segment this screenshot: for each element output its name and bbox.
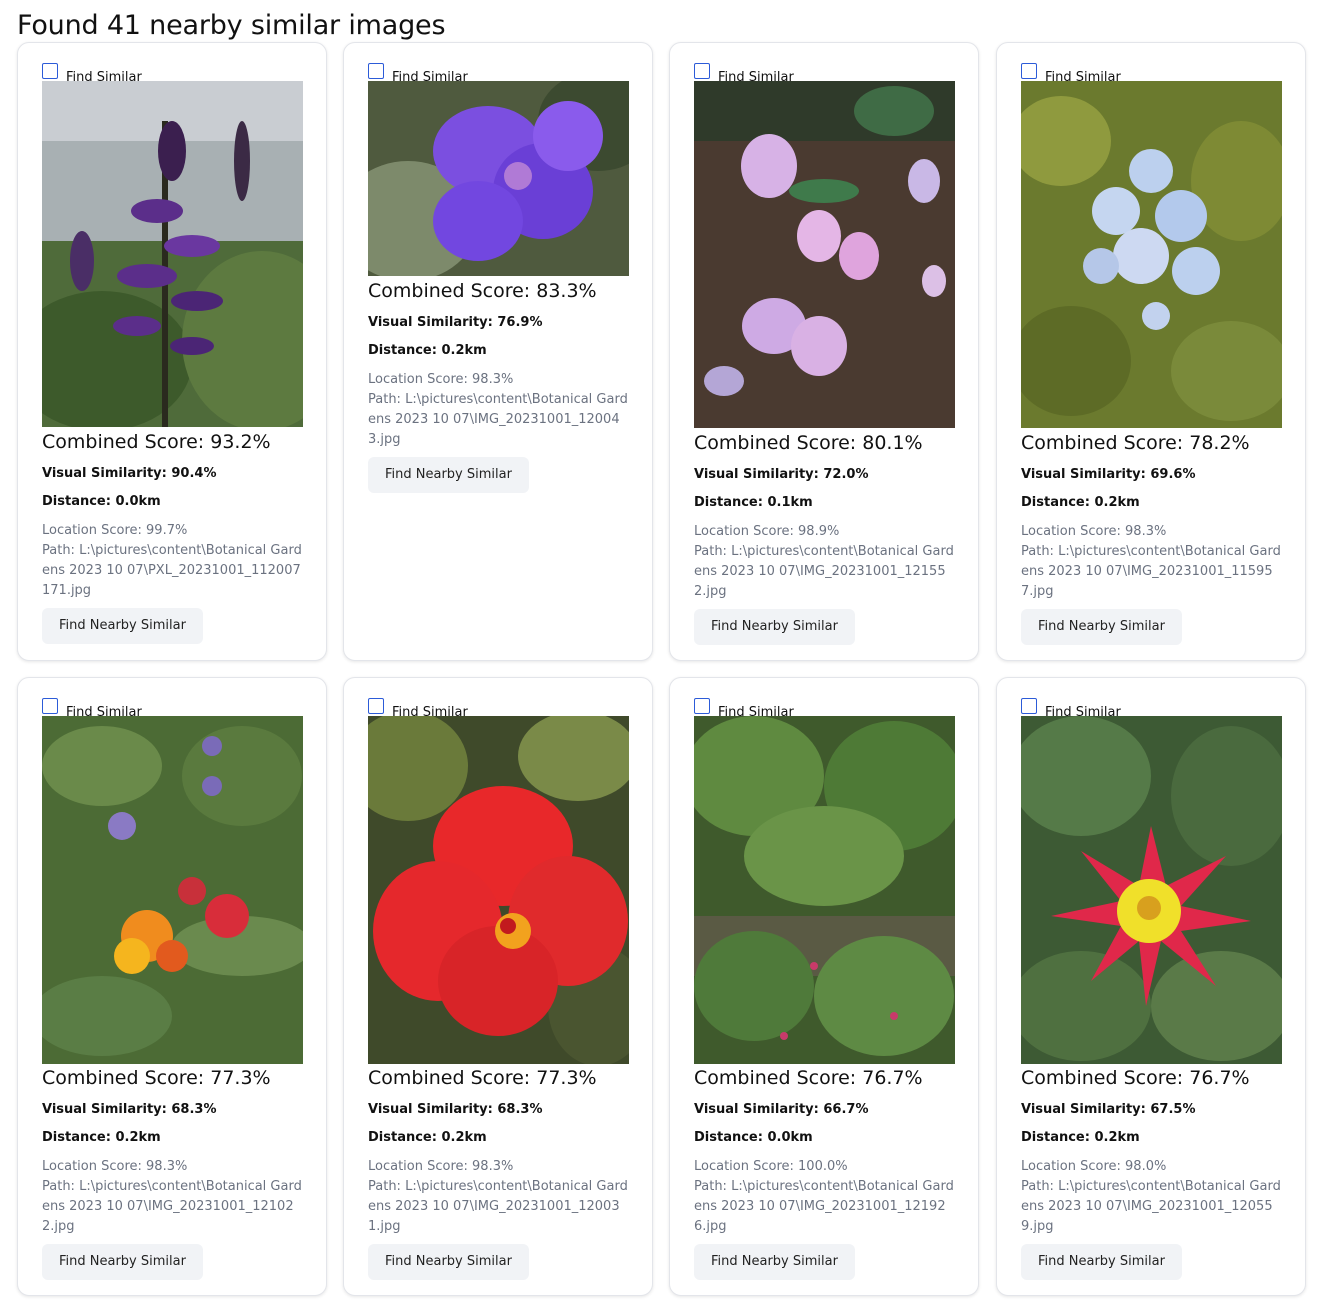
visual-similarity: Visual Similarity: 76.9%	[368, 315, 543, 330]
file-path: Path: L:\pictures\content\Botanical Gard…	[368, 1179, 628, 1234]
combined-score: Combined Score: 80.1%	[694, 432, 923, 454]
find-similar-checkbox[interactable]: Find Similar	[1021, 698, 1121, 720]
visual-similarity: Visual Similarity: 90.4%	[42, 466, 217, 481]
visual-similarity: Visual Similarity: 67.5%	[1021, 1102, 1196, 1117]
checkbox-icon[interactable]	[42, 63, 58, 79]
checkbox-icon[interactable]	[1021, 698, 1037, 714]
visual-similarity: Visual Similarity: 72.0%	[694, 467, 869, 482]
find-nearby-similar-button[interactable]: Find Nearby Similar	[368, 1244, 529, 1280]
location-score: Location Score: 98.0%	[1021, 1159, 1167, 1174]
checkbox-icon[interactable]	[368, 698, 384, 714]
checkbox-icon[interactable]	[1021, 63, 1037, 79]
find-similar-checkbox[interactable]: Find Similar	[42, 63, 142, 85]
visual-similarity: Visual Similarity: 68.3%	[368, 1102, 543, 1117]
find-nearby-similar-button[interactable]: Find Nearby Similar	[42, 1244, 203, 1280]
file-path: Path: L:\pictures\content\Botanical Gard…	[42, 1179, 302, 1234]
checkbox-icon[interactable]	[694, 63, 710, 79]
checkbox-icon[interactable]	[368, 63, 384, 79]
distance: Distance: 0.0km	[694, 1130, 813, 1145]
find-similar-checkbox[interactable]: Find Similar	[42, 698, 142, 720]
find-similar-checkbox[interactable]: Find Similar	[694, 698, 794, 720]
location-score: Location Score: 98.3%	[42, 1159, 188, 1174]
result-card: Find Similar Combined Score: 76.7% Visua…	[996, 677, 1306, 1296]
file-path: Path: L:\pictures\content\Botanical Gard…	[694, 544, 954, 599]
distance: Distance: 0.2km	[42, 1130, 161, 1145]
result-card: Find Similar Combined Score: 78.2% Visua…	[996, 42, 1306, 661]
location-score: Location Score: 98.3%	[1021, 524, 1167, 539]
combined-score: Combined Score: 76.7%	[1021, 1067, 1250, 1089]
photo-green-foliage	[694, 716, 955, 1064]
find-nearby-similar-button[interactable]: Find Nearby Similar	[42, 608, 203, 644]
combined-score: Combined Score: 93.2%	[42, 431, 271, 453]
photo-purple-tibouchina	[368, 81, 629, 276]
file-path: Path: L:\pictures\content\Botanical Gard…	[1021, 1179, 1281, 1234]
find-nearby-similar-button[interactable]: Find Nearby Similar	[694, 609, 855, 645]
checkbox-icon[interactable]	[42, 698, 58, 714]
visual-similarity: Visual Similarity: 69.6%	[1021, 467, 1196, 482]
distance: Distance: 0.2km	[368, 1130, 487, 1145]
find-nearby-similar-button[interactable]: Find Nearby Similar	[1021, 609, 1182, 645]
location-score: Location Score: 98.3%	[368, 372, 514, 387]
distance: Distance: 0.2km	[1021, 1130, 1140, 1145]
result-card: Find Similar Combined Score: 77.3% Visua…	[343, 677, 653, 1296]
distance: Distance: 0.2km	[368, 343, 487, 358]
find-similar-checkbox[interactable]: Find Similar	[368, 698, 468, 720]
result-card: Find Similar Combined Score: 76.7% Visua…	[669, 677, 979, 1296]
find-similar-checkbox[interactable]: Find Similar	[1021, 63, 1121, 85]
photo-blue-plumbago	[1021, 81, 1282, 428]
file-path: Path: L:\pictures\content\Botanical Gard…	[42, 543, 302, 598]
file-path: Path: L:\pictures\content\Botanical Gard…	[368, 392, 628, 447]
distance: Distance: 0.0km	[42, 494, 161, 509]
file-path: Path: L:\pictures\content\Botanical Gard…	[694, 1179, 954, 1234]
find-nearby-similar-button[interactable]: Find Nearby Similar	[694, 1244, 855, 1280]
find-nearby-similar-button[interactable]: Find Nearby Similar	[1021, 1244, 1182, 1280]
find-nearby-similar-button[interactable]: Find Nearby Similar	[368, 457, 529, 493]
location-score: Location Score: 98.3%	[368, 1159, 514, 1174]
visual-similarity: Visual Similarity: 66.7%	[694, 1102, 869, 1117]
photo-red-yellow-dahlia	[1021, 716, 1282, 1064]
result-card: Find Similar Combined Score: 77.3% Visua…	[17, 677, 327, 1296]
photo-red-hibiscus	[368, 716, 629, 1064]
distance: Distance: 0.2km	[1021, 495, 1140, 510]
find-similar-checkbox[interactable]: Find Similar	[368, 63, 468, 85]
location-score: Location Score: 100.0%	[694, 1159, 848, 1174]
visual-similarity: Visual Similarity: 68.3%	[42, 1102, 217, 1117]
result-card: Find Similar Combined Score: 80.1% Visua…	[669, 42, 979, 661]
photo-purple-salvia	[42, 81, 303, 427]
combined-score: Combined Score: 77.3%	[368, 1067, 597, 1089]
photo-orange-milkweed	[42, 716, 303, 1064]
distance: Distance: 0.1km	[694, 495, 813, 510]
combined-score: Combined Score: 78.2%	[1021, 432, 1250, 454]
checkbox-icon[interactable]	[694, 698, 710, 714]
combined-score: Combined Score: 76.7%	[694, 1067, 923, 1089]
file-path: Path: L:\pictures\content\Botanical Gard…	[1021, 544, 1281, 599]
photo-pink-cyclamen	[694, 81, 955, 428]
combined-score: Combined Score: 77.3%	[42, 1067, 271, 1089]
combined-score: Combined Score: 83.3%	[368, 280, 597, 302]
result-card: Find Similar Combined Score: 83.3% Visua…	[343, 42, 653, 661]
result-card: Find Similar Combined Score: 93.2% Visua…	[17, 42, 327, 661]
find-similar-checkbox[interactable]: Find Similar	[694, 63, 794, 85]
results-heading: Found 41 nearby similar images	[17, 10, 446, 41]
location-score: Location Score: 98.9%	[694, 524, 840, 539]
location-score: Location Score: 99.7%	[42, 523, 188, 538]
